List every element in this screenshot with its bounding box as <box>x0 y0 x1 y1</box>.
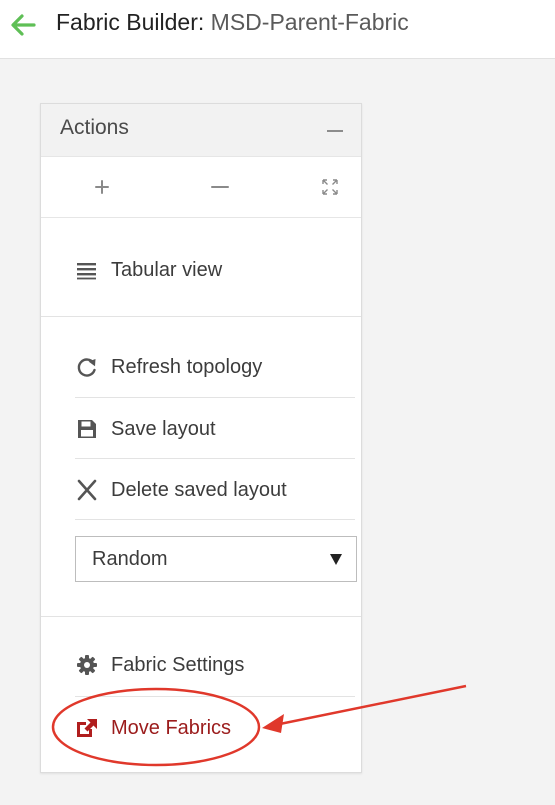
delete-saved-layout-button[interactable]: Delete saved layout <box>75 469 287 511</box>
dropdown-caret-icon <box>330 554 342 565</box>
x-icon <box>77 479 97 501</box>
list-icon <box>77 263 96 280</box>
actions-panel-title: Actions <box>60 116 129 139</box>
save-layout-button[interactable]: Save layout <box>75 408 216 450</box>
refresh-topology-button[interactable]: Refresh topology <box>75 346 262 388</box>
fabric-settings-button[interactable]: Fabric Settings <box>75 644 244 686</box>
gear-icon <box>77 655 97 675</box>
back-arrow-icon[interactable] <box>8 12 38 38</box>
refresh-icon <box>77 358 96 377</box>
zoom-out-icon[interactable] <box>205 173 235 201</box>
tabular-view-button[interactable]: Tabular view <box>75 249 222 291</box>
move-fabrics-label: Move Fabrics <box>111 716 232 739</box>
page-title-fabric-name: MSD-Parent-Fabric <box>210 9 409 35</box>
divider <box>41 316 361 317</box>
fit-to-screen-icon[interactable] <box>315 173 345 201</box>
move-fabrics-button[interactable]: Move Fabrics <box>75 707 231 749</box>
save-layout-label: Save layout <box>111 417 216 440</box>
layout-algorithm-value: Random <box>92 548 168 570</box>
page-title-prefix: Fabric Builder: <box>56 9 205 35</box>
page-header: Fabric Builder: MSD-Parent-Fabric <box>0 0 555 59</box>
divider <box>75 397 355 398</box>
refresh-topology-label: Refresh topology <box>111 355 263 378</box>
divider <box>75 519 355 520</box>
delete-saved-layout-label: Delete saved layout <box>111 478 287 501</box>
floppy-disk-icon <box>78 420 96 438</box>
divider <box>75 458 355 459</box>
divider <box>41 616 361 617</box>
external-link-icon <box>77 719 97 737</box>
actions-panel-header: Actions <box>41 104 361 157</box>
tabular-view-label: Tabular view <box>111 258 223 281</box>
actions-panel: Actions Tabular view Refresh topology Sa… <box>40 103 362 773</box>
layout-algorithm-select[interactable]: Random <box>75 536 357 582</box>
fabric-settings-label: Fabric Settings <box>111 653 245 676</box>
zoom-controls <box>41 157 361 218</box>
zoom-in-icon[interactable] <box>87 173 117 201</box>
page-title: Fabric Builder: MSD-Parent-Fabric <box>56 7 409 37</box>
collapse-panel-button[interactable] <box>327 130 343 132</box>
divider <box>75 696 355 697</box>
